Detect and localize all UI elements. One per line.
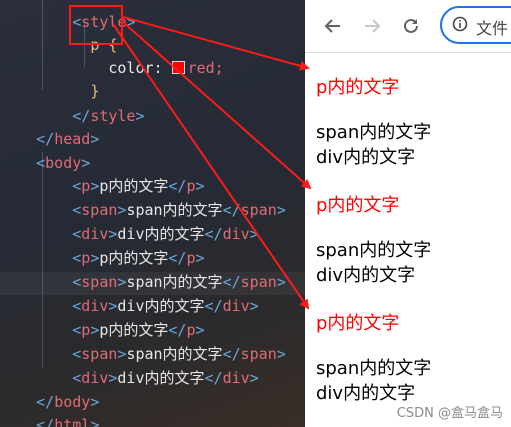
code-line[interactable]: </style> [0, 82, 144, 125]
code-line[interactable]: <div>div内的文字</div> [0, 344, 258, 387]
code-line[interactable]: <p>p内的文字</p> [0, 224, 204, 267]
output-span-1: span内的文字 [316, 122, 432, 143]
code-line[interactable]: } [0, 57, 99, 100]
code-line[interactable]: <p>p内的文字</p> [0, 296, 204, 339]
code-line[interactable]: <p>p内的文字</p> [0, 152, 204, 195]
output-p-1: p内的文字 [316, 77, 400, 98]
arrow-right-icon [365, 19, 381, 33]
watermark: CSDN @盒马盒马 [396, 406, 503, 421]
code-line[interactable]: </html> [0, 391, 99, 427]
forward-button[interactable] [358, 12, 386, 40]
output-p-2: p内的文字 [316, 195, 400, 216]
output-span-3: span内的文字 [316, 358, 432, 379]
code-line[interactable]: <div>div内的文字</div> [0, 272, 258, 315]
browser-toolbar: 文件 [305, 0, 511, 53]
code-line[interactable]: </head> [0, 105, 99, 148]
address-bar[interactable]: 文件 [440, 6, 511, 44]
code-line[interactable]: <span>span内的文字</span> [0, 176, 286, 219]
code-line[interactable]: </body> [0, 368, 99, 411]
browser-window: 文件 p内的文字 span内的文字 div内的文字 p内的文字 span内的文字… [305, 0, 511, 427]
back-button[interactable] [319, 12, 347, 40]
output-div-2: div内的文字 [316, 265, 416, 286]
code-line[interactable]: <body> [0, 129, 90, 172]
info-icon[interactable] [452, 16, 468, 32]
code-editor: <style> p { color: red; } </style> </hea… [0, 0, 305, 427]
code-line[interactable]: <span>span内的文字</span> [0, 320, 286, 363]
selector-highlight-box [69, 5, 123, 45]
address-text: 文件 [476, 19, 509, 38]
reload-icon [404, 18, 418, 33]
reload-button[interactable] [397, 12, 425, 40]
code-line[interactable]: <div>div内的文字</div> [0, 200, 258, 243]
output-span-2: span内的文字 [316, 240, 432, 261]
code-line[interactable]: <span>span内的文字</span> [0, 248, 286, 291]
color-swatch-icon[interactable] [171, 61, 185, 74]
arrow-left-icon [324, 19, 340, 33]
output-p-3: p内的文字 [316, 313, 400, 334]
output-div-1: div内的文字 [316, 147, 416, 168]
